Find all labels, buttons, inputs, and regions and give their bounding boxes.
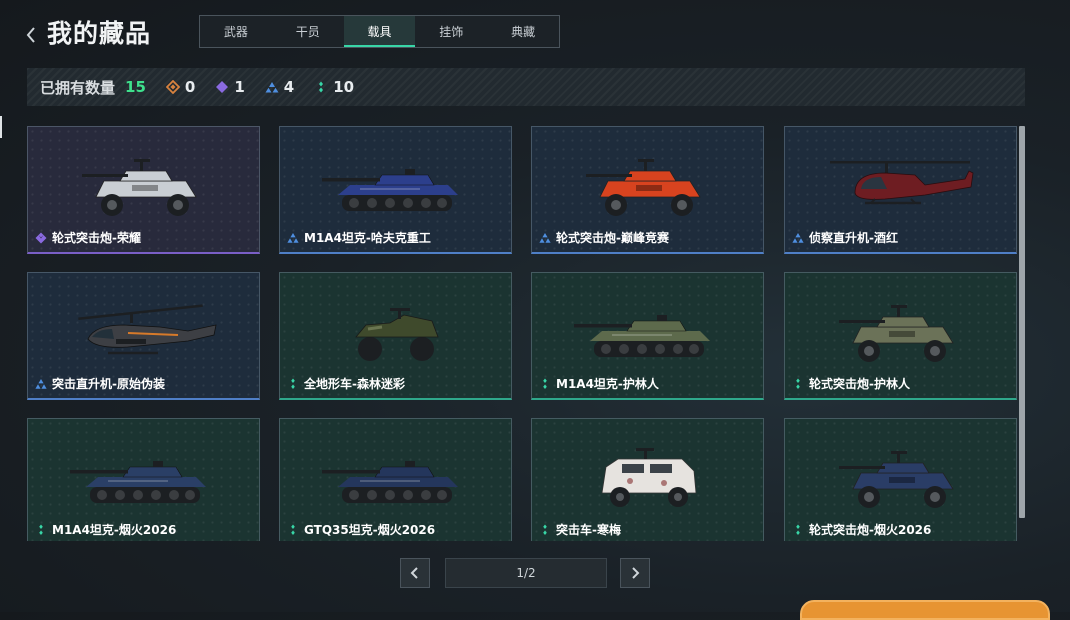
item-name: 突击车-寒梅: [556, 523, 621, 537]
prev-page-button[interactable]: [400, 558, 430, 588]
green-dots-icon: [543, 378, 547, 389]
scrollbar[interactable]: [1019, 126, 1025, 518]
collection-item-card[interactable]: 轮式突击炮-巅峰竞赛: [531, 126, 764, 254]
wheeled-assault-gun-image: [572, 145, 722, 227]
item-name: GTQ35坦克-烟火2026: [304, 523, 436, 537]
collection-item-card[interactable]: 轮式突击炮-荣耀: [27, 126, 260, 254]
tab-label: 载具: [367, 25, 392, 39]
owned-count: 15: [125, 78, 146, 96]
tab-vehicles[interactable]: 载具: [343, 16, 416, 47]
owned-label: 已拥有数量: [40, 78, 116, 97]
tab-label: 挂饰: [439, 25, 464, 39]
collection-item-card[interactable]: GTQ35坦克-烟火2026: [279, 418, 512, 541]
item-name-row: M1A4坦克-哈夫克重工: [287, 229, 431, 246]
blue-triangle-icon: [265, 82, 279, 93]
page-title: 我的藏品: [47, 19, 152, 48]
blue-triangle-icon: [792, 232, 804, 243]
green-dots-icon: [796, 378, 800, 389]
item-name: 轮式突击炮-荣耀: [52, 231, 141, 245]
tier-count: 0: [184, 78, 196, 96]
tab-label: 干员: [295, 25, 320, 39]
tier-stat-purple: 1: [215, 78, 245, 96]
item-name-row: 轮式突击炮-护林人: [792, 375, 910, 392]
collection-item-card[interactable]: M1A4坦克-烟火2026: [27, 418, 260, 541]
collection-item-card[interactable]: 侦察直升机-酒红: [784, 126, 1017, 254]
armored-car-image: [572, 437, 722, 519]
item-name-row: M1A4坦克-护林人: [539, 375, 659, 392]
tank-image: [572, 291, 722, 373]
back-button[interactable]: [24, 24, 38, 46]
tab-charms[interactable]: 挂饰: [415, 16, 487, 47]
edge-marker: [0, 116, 2, 138]
chevron-left-icon: [410, 567, 418, 579]
tab-operators[interactable]: 干员: [272, 16, 344, 47]
collection-item-card[interactable]: 突击直升机-原始伪装: [27, 272, 260, 400]
tier-count: 4: [283, 78, 295, 96]
green-dots-icon: [796, 524, 800, 535]
tank-image: [320, 145, 470, 227]
tier-stat-blue: 4: [265, 78, 294, 96]
item-name-row: 轮式突击炮-荣耀: [35, 229, 141, 246]
chevron-right-icon: [632, 567, 640, 579]
collection-item-card[interactable]: 全地形车-森林迷彩: [279, 272, 512, 400]
chevron-left-icon: [26, 27, 35, 43]
tier-count: 10: [333, 78, 355, 96]
item-name: 突击直升机-原始伪装: [52, 377, 165, 391]
tank-image: [320, 437, 470, 519]
collection-item-card[interactable]: M1A4坦克-护林人: [531, 272, 764, 400]
item-name: 轮式突击炮-巅峰竞赛: [556, 231, 669, 245]
item-name-row: 轮式突击炮-巅峰竞赛: [539, 229, 669, 246]
item-name: M1A4坦克-护林人: [556, 377, 659, 391]
wheeled-assault-gun-image: [825, 291, 975, 373]
item-name: 轮式突击炮-护林人: [809, 377, 910, 391]
item-name: M1A4坦克-哈夫克重工: [304, 231, 431, 245]
item-name-row: 全地形车-森林迷彩: [287, 375, 405, 392]
collection-item-card[interactable]: M1A4坦克-哈夫克重工: [279, 126, 512, 254]
wheeled-assault-gun-image: [68, 145, 218, 227]
item-name-row: 突击车-寒梅: [539, 521, 621, 538]
green-dots-icon: [319, 81, 324, 93]
collection-item-card[interactable]: 轮式突击炮-烟火2026: [784, 418, 1017, 541]
tier-stat-orange: 0: [165, 78, 196, 96]
next-page-button[interactable]: [620, 558, 650, 588]
tab-collection[interactable]: 典藏: [487, 16, 559, 47]
tab-weapons[interactable]: 武器: [200, 16, 272, 47]
collection-item-card[interactable]: 轮式突击炮-护林人: [784, 272, 1017, 400]
tier-stat-green: 10: [314, 78, 354, 96]
item-name: 侦察直升机-酒红: [809, 231, 898, 245]
blue-triangle-icon: [35, 378, 47, 389]
attack-helicopter-image: [68, 291, 218, 373]
purple-diamond-icon: [35, 232, 47, 243]
green-dots-icon: [39, 524, 43, 535]
green-dots-icon: [543, 524, 547, 535]
tab-label: 典藏: [511, 25, 536, 39]
blue-triangle-icon: [539, 232, 551, 243]
item-name-row: 侦察直升机-酒红: [792, 229, 898, 246]
wheeled-assault-gun-image: [825, 437, 975, 519]
item-name: M1A4坦克-烟火2026: [52, 523, 177, 537]
action-button[interactable]: [800, 600, 1050, 620]
collection-item-card[interactable]: 突击车-寒梅: [531, 418, 764, 541]
orange-diamond-icon: [165, 80, 180, 94]
purple-diamond-icon: [216, 81, 229, 93]
atv-image: [320, 291, 470, 373]
item-name: 全地形车-森林迷彩: [304, 377, 405, 391]
tab-label: 武器: [223, 25, 248, 39]
scout-helicopter-image: [825, 145, 975, 227]
item-name-row: M1A4坦克-烟火2026: [35, 521, 176, 538]
blue-triangle-icon: [287, 232, 299, 243]
item-name-row: GTQ35坦克-烟火2026: [287, 521, 435, 538]
item-name: 轮式突击炮-烟火2026: [809, 523, 932, 537]
item-name-row: 轮式突击炮-烟火2026: [792, 521, 931, 538]
item-name-row: 突击直升机-原始伪装: [35, 375, 165, 392]
tank-image: [68, 437, 218, 519]
category-tabs: 武器 干员 载具 挂饰 典藏: [199, 15, 560, 48]
page-indicator: 1/2: [445, 558, 607, 588]
green-dots-icon: [291, 378, 295, 389]
collection-grid: 轮式突击炮-荣耀 M1A4坦克-哈夫克重工 轮式突击炮-巅峰竞赛 侦察直升机-酒…: [27, 126, 1019, 541]
tier-count: 1: [234, 78, 245, 96]
ownership-stats-bar: 已拥有数量 15 0 1 4 10: [27, 68, 1025, 106]
green-dots-icon: [291, 524, 295, 535]
